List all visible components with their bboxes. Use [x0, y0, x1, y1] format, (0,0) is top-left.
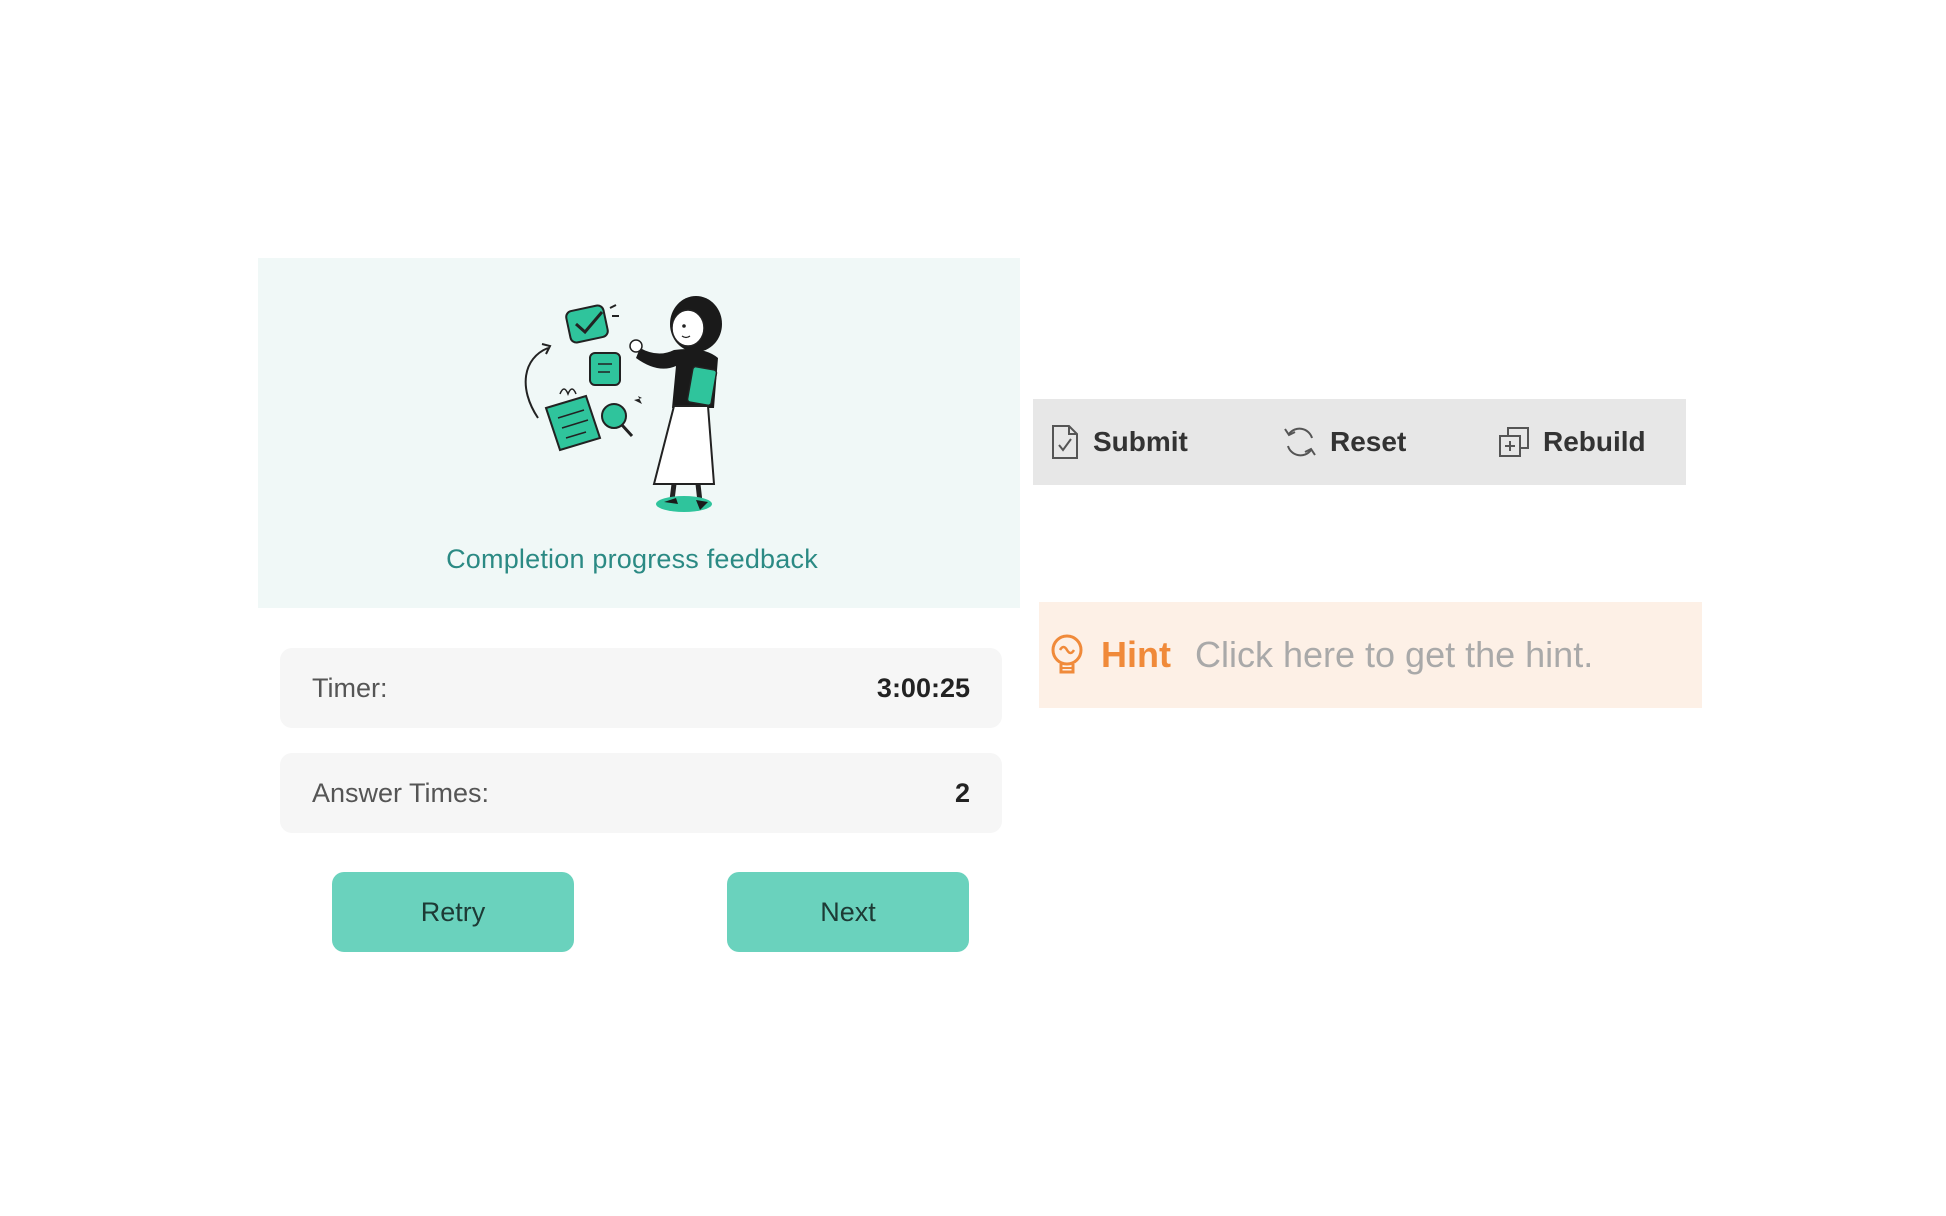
submit-label: Submit	[1093, 426, 1188, 457]
next-button[interactable]: Next	[727, 872, 969, 952]
hint-label: Hint	[1101, 634, 1171, 675]
submit-button[interactable]: Submit	[1049, 399, 1188, 485]
rebuild-button[interactable]: Rebuild	[1497, 399, 1646, 485]
page: Completion progress feedback Timer: 3:00…	[0, 0, 1946, 1216]
answer-times-label: Answer Times:	[312, 778, 490, 808]
hint-bar[interactable]: Hint Click here to get the hint.	[1039, 602, 1702, 708]
timer-row: Timer: 3:00:25	[280, 648, 1002, 728]
lightbulb-icon	[1051, 634, 1083, 674]
toolbar: Submit Reset Rebuild	[1033, 399, 1686, 485]
timer-value: 3:00:25	[876, 673, 970, 703]
answer-times-row: Answer Times: 2	[280, 753, 1002, 833]
woman-with-checklist-illustration	[524, 296, 722, 512]
reset-button[interactable]: Reset	[1282, 399, 1406, 485]
document-check-icon	[1052, 425, 1078, 459]
feedback-banner: Completion progress feedback	[258, 258, 1020, 608]
copy-plus-icon	[1499, 427, 1529, 457]
retry-button[interactable]: Retry	[332, 872, 574, 952]
rebuild-label: Rebuild	[1543, 426, 1646, 457]
hint-text: Click here to get the hint.	[1194, 634, 1594, 675]
timer-label: Timer:	[312, 673, 388, 703]
refresh-icon	[1284, 427, 1316, 457]
answer-times-value: 2	[954, 778, 970, 808]
feedback-title: Completion progress feedback	[446, 544, 818, 574]
reset-label: Reset	[1330, 426, 1407, 457]
